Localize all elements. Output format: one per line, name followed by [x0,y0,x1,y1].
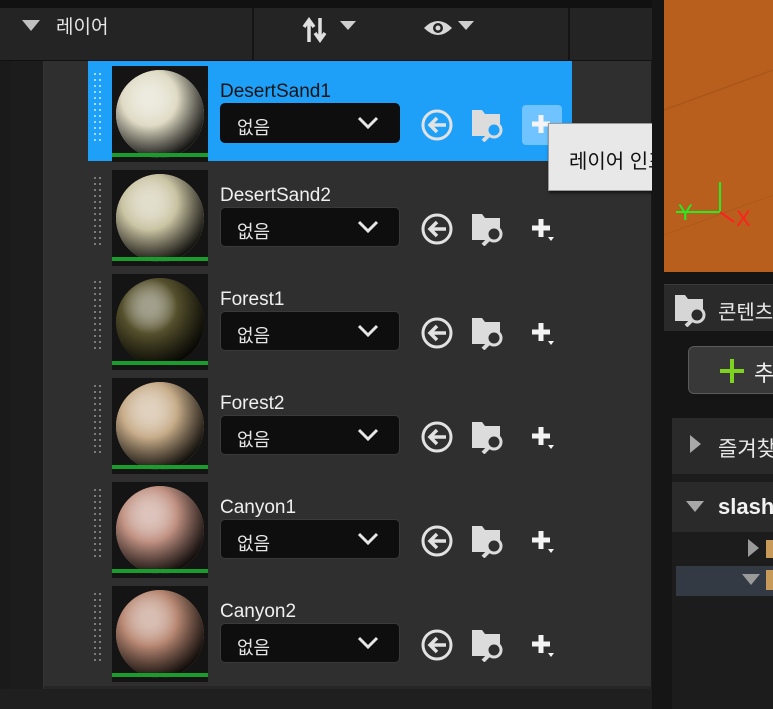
drag-handle-icon[interactable] [94,177,102,245]
layer-row[interactable]: Canyon1 없음 [88,477,572,578]
collapse-arrow-icon[interactable] [742,574,760,585]
header-separator [568,8,570,60]
layer-name: DesertSand2 [220,185,331,206]
chevron-down-icon [357,324,379,338]
layer-name: Canyon1 [220,497,297,518]
layer-material-thumbnail [112,170,208,266]
eye-icon[interactable] [423,18,453,38]
plus-icon [532,531,554,553]
gizmo-y-label: Y [678,200,693,225]
layers-title: 레이어 [56,17,109,38]
browse-folder-icon[interactable] [470,626,506,662]
use-selected-asset-icon[interactable] [420,212,454,246]
add-button-label: 추가 [754,361,773,386]
drag-handle-icon[interactable] [94,281,102,349]
viewport-terrain [664,0,773,272]
plus-icon [532,427,554,449]
plus-icon [532,323,554,345]
plus-icon [532,635,554,657]
layer-info-dropdown[interactable]: 없음 [220,103,400,143]
use-selected-asset-icon[interactable] [420,316,454,350]
collapse-arrow-icon[interactable] [22,20,40,31]
layer-usage-bar [112,153,208,157]
expand-arrow-icon[interactable] [748,539,759,557]
tree-indent-guide [11,61,44,689]
drag-handle-icon[interactable] [94,489,102,557]
layer-material-thumbnail [112,586,208,682]
layer-name: Forest2 [220,393,285,414]
header-separator [252,8,254,60]
chevron-down-icon [357,116,379,130]
layer-info-value: 없음 [237,638,271,658]
browse-folder-icon[interactable] [470,210,506,246]
project-label: slash [718,494,773,519]
create-layer-info-button[interactable] [522,209,562,249]
visibility-dropdown-arrow-icon[interactable] [458,21,474,30]
level-viewport[interactable] [664,0,773,272]
layer-info-dropdown[interactable]: 없음 [220,519,400,559]
layer-usage-bar [112,361,208,365]
chevron-down-icon [357,532,379,546]
layer-info-dropdown[interactable]: 없음 [220,207,400,247]
use-selected-asset-icon[interactable] [420,108,454,142]
content-browser-tab-label: 콘텐츠 [718,302,773,324]
plus-icon [532,219,554,241]
gizmo-x-label: X [736,206,751,231]
create-layer-info-button[interactable] [522,417,562,457]
favorites-label: 즐겨찾기 [718,438,773,461]
layer-usage-bar [112,257,208,261]
layer-name: Forest1 [220,289,285,310]
collapse-arrow-icon[interactable] [686,501,704,512]
layer-usage-bar [112,673,208,677]
browse-folder-icon[interactable] [470,314,506,350]
layer-usage-bar [112,569,208,573]
layer-row[interactable]: Forest2 없음 [88,373,572,474]
browse-folder-icon[interactable] [470,522,506,558]
layer-name: DesertSand1 [220,81,331,102]
use-selected-asset-icon[interactable] [420,420,454,454]
chevron-down-icon [357,428,379,442]
create-layer-info-button[interactable] [522,521,562,561]
layer-info-value: 없음 [237,222,271,242]
layer-material-thumbnail [112,274,208,370]
drag-handle-icon[interactable] [94,385,102,453]
layer-info-value: 없음 [237,118,271,138]
add-plus-icon [720,359,744,383]
browse-folder-icon[interactable] [470,106,506,142]
sort-dropdown-arrow-icon[interactable] [340,21,356,30]
layer-info-dropdown[interactable]: 없음 [220,311,400,351]
folder-icon [766,540,773,558]
layer-row[interactable]: DesertSand1 없음 [88,61,572,162]
layer-info-value: 없음 [237,430,271,450]
chevron-down-icon [357,636,379,650]
layer-name: Canyon2 [220,601,297,622]
layer-info-dropdown[interactable]: 없음 [220,415,400,455]
layer-row[interactable]: Canyon2 없음 [88,581,572,682]
folder-icon [766,570,773,590]
panel-top-strip [0,0,652,8]
use-selected-asset-icon[interactable] [420,628,454,662]
use-selected-asset-icon[interactable] [420,524,454,558]
layer-row[interactable]: Forest1 없음 [88,269,572,370]
layer-material-thumbnail [112,66,208,162]
layer-material-thumbnail [112,482,208,578]
chevron-down-icon [357,220,379,234]
sort-arrows-icon[interactable] [302,16,328,44]
layer-material-thumbnail [112,378,208,474]
layer-info-value: 없음 [237,534,271,554]
layer-row[interactable]: DesertSand2 없음 [88,165,572,266]
panel-bottom-strip [0,689,652,709]
expand-arrow-icon[interactable] [690,435,701,453]
drag-handle-icon[interactable] [94,593,102,661]
drag-handle-icon[interactable] [94,73,102,141]
create-layer-info-button[interactable] [522,313,562,353]
layer-info-value: 없음 [237,326,271,346]
browse-folder-icon[interactable] [470,418,506,454]
create-layer-info-button[interactable] [522,625,562,665]
layer-usage-bar [112,465,208,469]
content-browser-folder-icon [675,295,706,327]
layer-info-dropdown[interactable]: 없음 [220,623,400,663]
